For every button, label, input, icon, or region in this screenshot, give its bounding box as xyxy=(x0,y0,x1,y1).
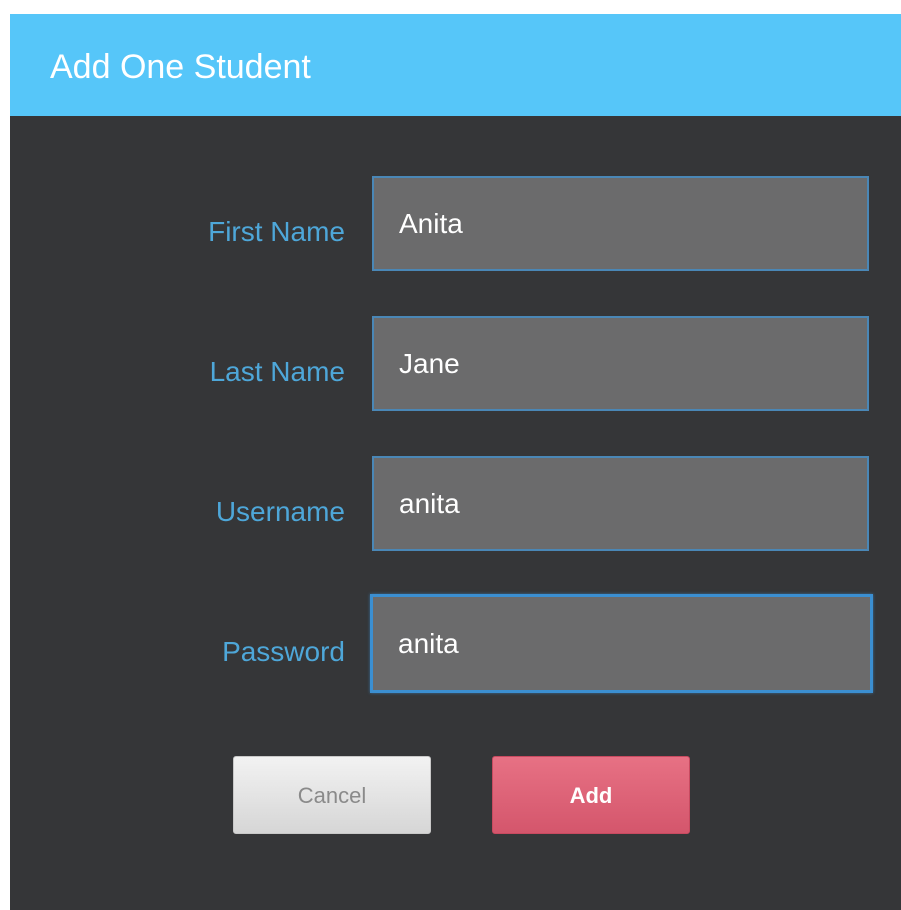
username-label: Username xyxy=(215,496,345,527)
cancel-button[interactable]: Cancel xyxy=(233,756,431,834)
username-field[interactable] xyxy=(372,456,869,551)
last-name-field[interactable] xyxy=(372,316,869,411)
password-field[interactable] xyxy=(370,594,873,693)
first-name-label: First Name xyxy=(208,216,345,247)
password-label: Password xyxy=(222,636,345,667)
first-name-field[interactable] xyxy=(372,176,869,271)
add-button[interactable]: Add xyxy=(492,756,690,834)
dialog-title: Add One Student xyxy=(50,48,311,86)
dialog-header: Add One Student xyxy=(10,14,901,116)
last-name-label: Last Name xyxy=(209,356,345,387)
add-student-dialog: Add One Student First Name Last Name Use… xyxy=(10,14,901,910)
